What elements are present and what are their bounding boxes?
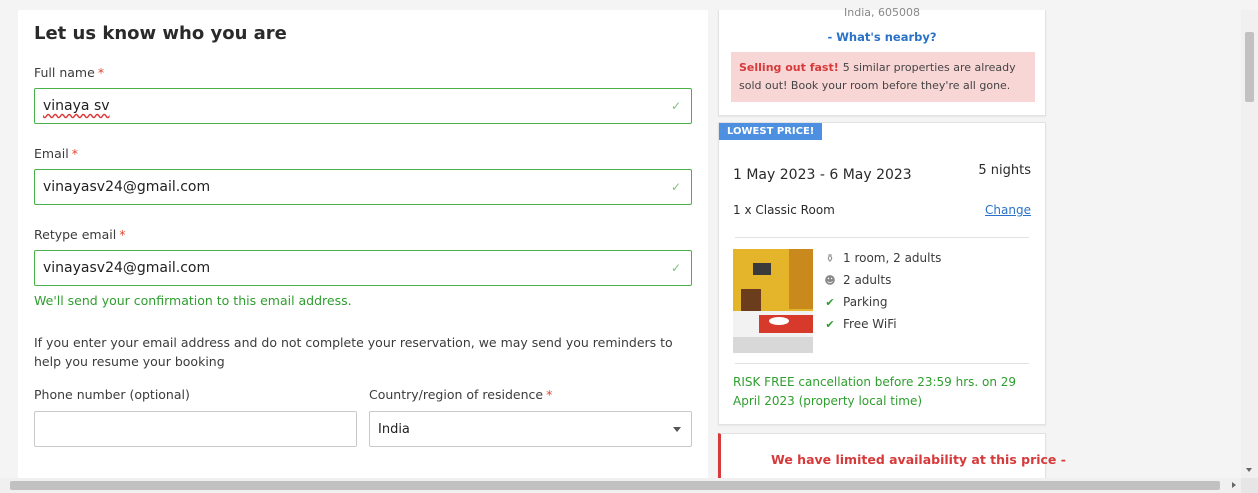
phone-input[interactable] (34, 411, 357, 447)
required-asterisk: * (119, 227, 126, 242)
room-photo-image (733, 249, 813, 353)
amenity-parking-label: Parking (843, 295, 888, 309)
divider (735, 363, 1029, 364)
email-label: Email * (34, 146, 78, 161)
horizontal-scroll-thumb[interactable] (10, 481, 1220, 490)
room-type: 1 x Classic Room (733, 203, 835, 217)
form-title: Let us know who you are (34, 23, 287, 44)
email-value: vinayasv24@gmail.com (43, 179, 211, 195)
reminder-text: If you enter your email address and do n… (34, 335, 673, 369)
valid-check-icon: ✓ (670, 261, 681, 275)
whats-nearby-link[interactable]: - What's nearby? (719, 30, 1045, 44)
retype-email-label: Retype email * (34, 227, 125, 242)
amenity-adults: ☻ 2 adults (823, 273, 891, 287)
room-icon: ⚱ (825, 251, 835, 265)
stay-dates: 1 May 2023 - 6 May 2023 (733, 167, 912, 183)
email-input[interactable]: vinayasv24@gmail.com ✓ (34, 169, 692, 205)
required-asterisk: * (97, 65, 105, 80)
country-select[interactable]: India (369, 411, 692, 447)
limited-availability-message: We have limited availability at this pri… (771, 452, 1066, 467)
retype-email-input[interactable]: vinayasv24@gmail.com ✓ (34, 250, 692, 286)
retype-email-value: vinayasv24@gmail.com (43, 260, 211, 276)
divider (735, 237, 1029, 238)
country-value: India (378, 421, 410, 437)
country-label-text: Country/region of residence (369, 387, 544, 402)
vertical-scroll-thumb[interactable] (1245, 32, 1254, 102)
vertical-scrollbar[interactable] (1241, 10, 1258, 478)
scrollbar-corner (1241, 478, 1258, 493)
alert-title: Selling out fast! (739, 61, 839, 74)
adults-icon: ☻ (824, 273, 836, 287)
property-card: India, 605008 - What's nearby? Selling o… (718, 6, 1046, 116)
risk-free-cancellation: RISK FREE cancellation before 23:59 hrs.… (733, 375, 1017, 408)
full-name-label-text: Full name (34, 65, 95, 80)
room-photo (733, 249, 813, 353)
amenity-adults-label: 2 adults (843, 273, 892, 287)
check-icon: ✔ (825, 317, 835, 331)
property-address: India, 605008 (844, 6, 920, 19)
email-label-text: Email (34, 146, 69, 161)
scroll-right-arrow-icon[interactable] (1232, 482, 1236, 488)
full-name-input[interactable]: vinaya sv ✓ (34, 88, 692, 124)
retype-email-label-text: Retype email (34, 227, 117, 242)
amenity-parking: ✔ Parking (823, 295, 888, 309)
amenity-wifi-label: Free WiFi (843, 317, 897, 331)
amenity-rooms: ⚱ 1 room, 2 adults (823, 251, 941, 265)
check-icon: ✔ (825, 295, 835, 309)
nights-count: 5 nights (978, 163, 1031, 178)
horizontal-scrollbar[interactable] (0, 478, 1241, 493)
valid-check-icon: ✓ (670, 180, 681, 194)
chevron-down-icon (673, 427, 681, 432)
required-asterisk: * (71, 146, 78, 161)
scroll-down-arrow-icon[interactable] (1246, 468, 1252, 472)
booking-summary-card: LOWEST PRICE! 1 May 2023 - 6 May 2023 5 … (718, 122, 1046, 425)
selling-out-alert: Selling out fast! 5 similar properties ar… (731, 52, 1035, 102)
amenity-rooms-label: 1 room, 2 adults (843, 251, 942, 265)
lowest-price-badge: LOWEST PRICE! (719, 123, 823, 140)
amenity-wifi: ✔ Free WiFi (823, 317, 897, 331)
change-room-link[interactable]: Change (985, 203, 1031, 217)
country-label: Country/region of residence * (369, 387, 552, 402)
valid-check-icon: ✓ (670, 99, 681, 113)
required-asterisk: * (546, 387, 553, 402)
confirmation-message: We'll send your confirmation to this ema… (34, 293, 352, 308)
full-name-label: Full name * (34, 65, 104, 80)
phone-label: Phone number (optional) (34, 387, 190, 402)
full-name-value: vinaya sv (43, 98, 110, 114)
guest-details-form: Let us know who you are Full name * vinay… (18, 10, 708, 480)
